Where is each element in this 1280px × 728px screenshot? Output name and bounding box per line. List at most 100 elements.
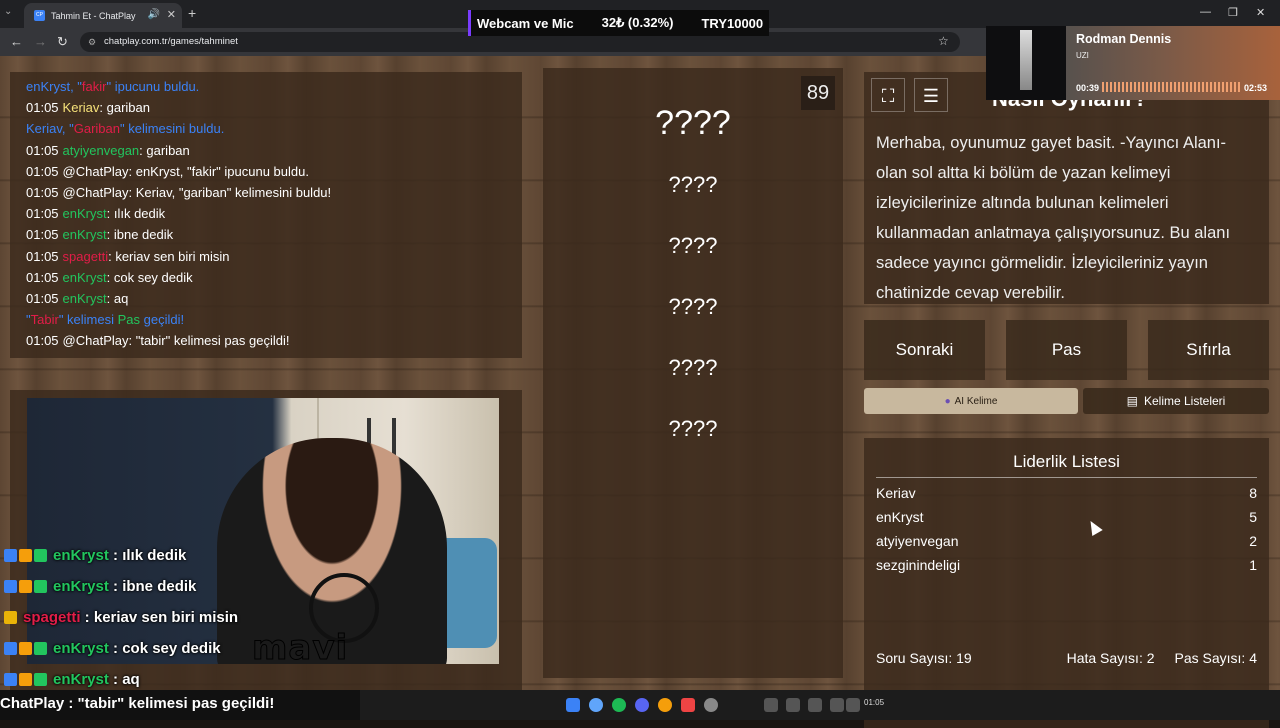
overlay-chat-username: spagetti — [23, 609, 81, 626]
fullscreen-icon[interactable]: ⛶ — [871, 78, 905, 112]
chat-segment: Pas — [117, 312, 141, 328]
word-board: ???? ???? ???? ???? ???? ???? — [543, 68, 843, 678]
player-name: enKryst — [876, 509, 924, 525]
browser-tab[interactable]: CP Tahmin Et - ChatPlay 🔊 ✕ — [24, 3, 182, 28]
song-duration: 02:53 — [1244, 83, 1268, 93]
bookmark-star-icon[interactable]: ☆ — [938, 34, 949, 48]
site-info-icon[interactable]: ⚙ — [88, 32, 96, 52]
tab-title: Tahmin Et - ChatPlay — [51, 10, 136, 21]
url-text: chatplay.com.tr/games/tahminet — [104, 36, 238, 47]
chat-segment: enKryst — [62, 269, 107, 285]
network-icon[interactable] — [830, 698, 844, 712]
ai-word-button[interactable]: ● AI Kelime — [864, 388, 1078, 414]
player-name: sezginindeligi — [876, 557, 961, 573]
chat-segment: : gariban — [99, 100, 150, 116]
chat-segment: Tabir — [30, 312, 59, 328]
close-tab-icon[interactable]: ✕ — [167, 8, 176, 21]
tab-menu-icon[interactable]: ⌄ — [4, 6, 12, 17]
chat-log-panel: enKryst, "fakir" ipucunu buldu. 01:05 Keri… — [10, 72, 522, 358]
user-badges — [4, 673, 47, 686]
chat-segment: Gariban — [73, 121, 120, 137]
game-stats: Soru Sayısı: 19 Hata Sayısı: 2 Pas Sayıs… — [876, 650, 1257, 666]
chrome-icon[interactable] — [658, 698, 672, 712]
minimize-icon[interactable]: — — [1200, 6, 1211, 18]
chat-segment: atyiyenvegan — [62, 142, 140, 158]
taskbar-clock: 01:05 — [864, 698, 885, 707]
discord-tray-icon[interactable] — [786, 698, 800, 712]
overlay-chat-message: : aq — [108, 671, 140, 688]
leaderboard-panel: Liderlik Listesi Keriav 8 enKryst 5 atyi… — [864, 438, 1269, 728]
player-name: Keriav — [876, 485, 916, 501]
overlay-chat-line: spagetti : keriav sen biri misin — [0, 602, 300, 633]
badge-icon — [34, 673, 47, 686]
brave-icon[interactable] — [681, 698, 695, 712]
chat-log-line: 01:05 atyiyenvegan: gariban — [26, 140, 506, 161]
song-title: Rodman Dennis — [1076, 32, 1172, 46]
stream-price: 32₺ (0.32%) — [601, 15, 674, 30]
app-icon[interactable] — [704, 698, 718, 712]
hint-word: ???? — [668, 416, 718, 441]
back-icon[interactable]: ← — [10, 34, 23, 49]
chat-segment: @ChatPlay: "tabir" kelimesi pas geçildi! — [62, 333, 290, 349]
restore-icon[interactable]: ❐ — [1228, 6, 1238, 19]
tab-favicon: CP — [34, 10, 45, 21]
chat-time: 01:05 — [26, 206, 59, 222]
pass-count: Pas Sayısı: 4 — [1174, 650, 1257, 666]
reset-button[interactable]: Sıfırla — [1148, 320, 1269, 380]
chat-segment: geçildi! — [140, 312, 185, 328]
chat-log-line: 01:05 spagetti: keriav sen biri misin — [26, 246, 506, 267]
windows-start-icon[interactable] — [566, 698, 580, 712]
how-to-play-text: Merhaba, oyunumuz gayet basit. -Yayıncı … — [876, 134, 1231, 302]
leaderboard-row: enKryst 5 — [876, 509, 1257, 533]
chat-log-line: 01:05 Keriav: gariban — [26, 97, 506, 118]
badge-icon — [19, 642, 32, 655]
chat-time: 01:05 — [26, 248, 59, 264]
chat-segment: fakir — [81, 79, 107, 94]
user-badges — [4, 549, 47, 562]
chat-log-line: 01:05 enKryst: ibne dedik — [26, 224, 506, 245]
pass-button[interactable]: Pas — [1006, 320, 1127, 380]
widgets-icon[interactable] — [764, 698, 778, 712]
stream-source: Webcam ve Mic — [477, 15, 574, 31]
chat-log-line: 01:05 @ChatPlay: Keriav, "gariban" kelime… — [26, 182, 506, 203]
discord-icon[interactable] — [635, 698, 649, 712]
album-art — [986, 26, 1066, 100]
word-lists-label: Kelime Listeleri — [1143, 394, 1226, 408]
new-tab-icon[interactable]: + — [188, 5, 196, 21]
chat-log-line: 01:05 enKryst: aq — [26, 288, 506, 309]
overlay-chat-message: : ılık dedik — [108, 547, 187, 564]
badge-icon — [4, 642, 17, 655]
now-playing-widget: Rodman Dennis UZI 00:39 02:53 — [986, 26, 1280, 100]
chat-log-line: Keriav, "Gariban" kelimesini buldu. — [26, 118, 506, 139]
next-button[interactable]: Sonraki — [864, 320, 985, 380]
word-lists-button[interactable]: ▤ Kelime Listeleri — [1083, 388, 1269, 414]
chat-segment: : ibne dedik — [106, 227, 174, 243]
forward-icon[interactable]: → — [34, 34, 47, 49]
volume-icon[interactable] — [846, 698, 860, 712]
chat-log-line: 01:05 @ChatPlay: "tabir" kelimesi pas geç… — [26, 330, 506, 351]
user-badges — [4, 580, 47, 593]
chat-segment: enKryst, " — [26, 79, 82, 94]
leaderboard-row: sezginindeligi 1 — [876, 557, 1257, 581]
chat-time: 01:05 — [26, 290, 59, 306]
user-badges — [4, 642, 47, 655]
player-score: 2 — [1249, 533, 1257, 549]
hint-word: ???? — [668, 294, 718, 319]
close-window-icon[interactable]: ✕ — [1256, 6, 1265, 19]
badge-icon — [19, 580, 32, 593]
spotify-icon[interactable] — [612, 698, 626, 712]
badge-icon — [4, 549, 17, 562]
chat-time: 01:05 — [26, 269, 59, 285]
player-score: 8 — [1249, 485, 1257, 501]
speaker-icon[interactable]: 🔊 — [148, 9, 160, 20]
reload-icon[interactable]: ↻ — [57, 34, 68, 50]
chat-segment: : aq — [106, 290, 129, 306]
hint-word: ???? — [668, 233, 718, 258]
ai-word-label: AI Kelime — [954, 395, 998, 407]
mic-icon[interactable] — [808, 698, 822, 712]
overlay-chat-username: enKryst — [53, 547, 109, 564]
timer-counter: 89 — [801, 76, 835, 110]
notes-icon[interactable]: ☰ — [914, 78, 948, 112]
chat-log-line: "Tabir" kelimesi Pas geçildi! — [26, 309, 506, 330]
app-icon[interactable] — [589, 698, 603, 712]
